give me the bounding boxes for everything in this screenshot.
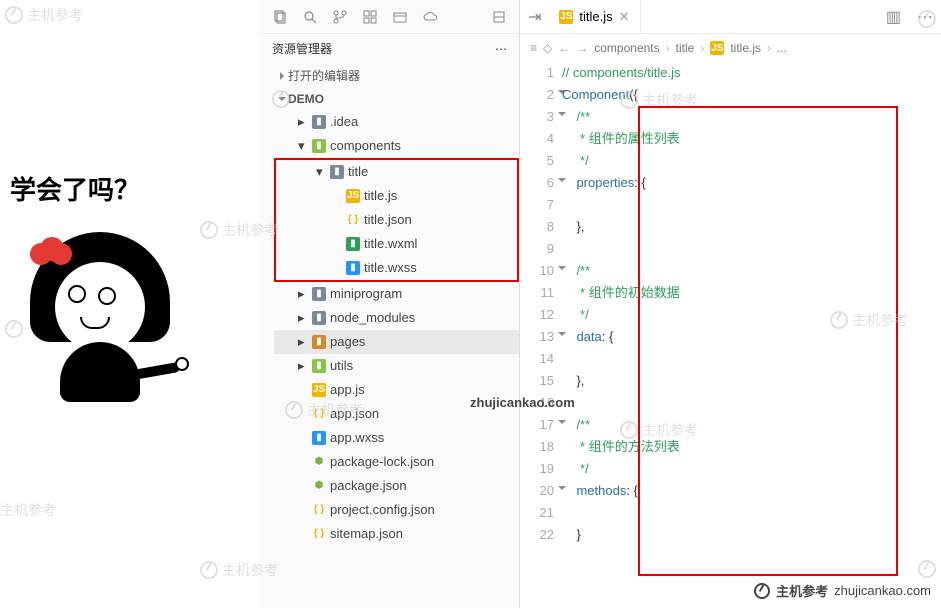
explorer-title: 资源管理器 — [272, 40, 332, 57]
center-watermark: zhujicankao.com — [470, 395, 575, 410]
activity-toolbar — [260, 0, 519, 34]
tree-file-title-js[interactable]: JStitle.js — [276, 184, 517, 208]
nav-back-icon[interactable]: ← — [558, 41, 570, 55]
tab-label: title.js — [579, 9, 612, 24]
breadcrumb: ≡ ◇ ← → components› title› JS title.js› … — [520, 34, 941, 62]
cloud-icon[interactable] — [422, 9, 438, 25]
collapse-icon[interactable] — [491, 9, 507, 25]
box-icon[interactable] — [392, 9, 408, 25]
tree-folder-title[interactable]: ▾▮title — [276, 160, 517, 184]
footer-watermark: 主机参考 zhujicankao.com — [754, 581, 931, 600]
split-icon[interactable]: ▥ — [878, 7, 909, 27]
tree-file-title-wxml[interactable]: ▮title.wxml — [276, 232, 517, 256]
tree-file-title-json[interactable]: { }title.json — [276, 208, 517, 232]
nav-forward-icon[interactable]: → — [576, 41, 588, 55]
search-icon[interactable] — [302, 9, 318, 25]
go-icon[interactable]: ⇥ — [520, 7, 549, 27]
explorer-panel: 资源管理器 ⋯ 打开的编辑器 DEMO ▸▮.idea ▾▮components… — [260, 0, 520, 608]
tree-folder-utils[interactable]: ▸▮utils — [274, 354, 519, 378]
tree-folder-idea[interactable]: ▸▮.idea — [274, 110, 519, 134]
file-tree: ▸▮.idea ▾▮components ▾▮title JStitle.js … — [260, 110, 519, 608]
close-icon[interactable]: ✕ — [619, 9, 630, 25]
watermark: 主机参考 — [5, 5, 83, 25]
extensions-icon[interactable] — [362, 9, 378, 25]
tree-folder-components[interactable]: ▾▮components — [274, 134, 519, 158]
tab-title-js[interactable]: JS title.js ✕ — [549, 0, 640, 34]
list-icon[interactable]: ≡ — [530, 41, 537, 55]
code-editor[interactable]: 12345678910111213141516171819202122 // c… — [520, 62, 941, 608]
tree-folder-miniprogram[interactable]: ▸▮miniprogram — [274, 282, 519, 306]
crumb-title[interactable]: title — [676, 41, 695, 55]
files-icon[interactable] — [272, 9, 288, 25]
crumb-file[interactable]: title.js — [730, 41, 761, 55]
js-file-icon: JS — [559, 10, 573, 24]
tree-file-app-wxss[interactable]: ▮app.wxss — [274, 426, 519, 450]
tab-more-icon[interactable]: ⋯ — [909, 7, 941, 27]
tree-file-pkg-lock[interactable]: ⬢package-lock.json — [274, 450, 519, 474]
tab-bar: ⇥ JS title.js ✕ ▥ ⋯ — [520, 0, 941, 34]
js-file-icon: JS — [710, 41, 724, 55]
tree-file-sitemap[interactable]: { }sitemap.json — [274, 522, 519, 546]
open-editors-section[interactable]: 打开的编辑器 — [260, 63, 519, 88]
crumb-components[interactable]: components — [594, 41, 659, 55]
branch-icon[interactable] — [332, 9, 348, 25]
tree-folder-pages[interactable]: ▸▮pages — [274, 330, 519, 354]
bookmark-icon[interactable]: ◇ — [543, 41, 552, 55]
watermark: 主机参考 — [0, 500, 56, 520]
tree-file-proj-cfg[interactable]: { }project.config.json — [274, 498, 519, 522]
project-root[interactable]: DEMO — [260, 88, 519, 110]
more-icon[interactable]: ⋯ — [495, 42, 507, 56]
meme-image: 学会了吗？ — [10, 170, 240, 417]
tree-file-title-wxss[interactable]: ▮title.wxss — [276, 256, 517, 280]
tree-folder-node-modules[interactable]: ▸▮node_modules — [274, 306, 519, 330]
meme-caption: 学会了吗？ — [10, 170, 240, 207]
explorer-title-row: 资源管理器 ⋯ — [260, 34, 519, 63]
tree-file-pkg[interactable]: ⬢package.json — [274, 474, 519, 498]
editor-pane: ⇥ JS title.js ✕ ▥ ⋯ ≡ ◇ ← → components› … — [520, 0, 941, 608]
code-lines[interactable]: // components/title.jsComponent({ /** * … — [562, 62, 941, 608]
line-gutter: 12345678910111213141516171819202122 — [520, 62, 562, 608]
crumb-more[interactable]: ... — [777, 41, 787, 55]
